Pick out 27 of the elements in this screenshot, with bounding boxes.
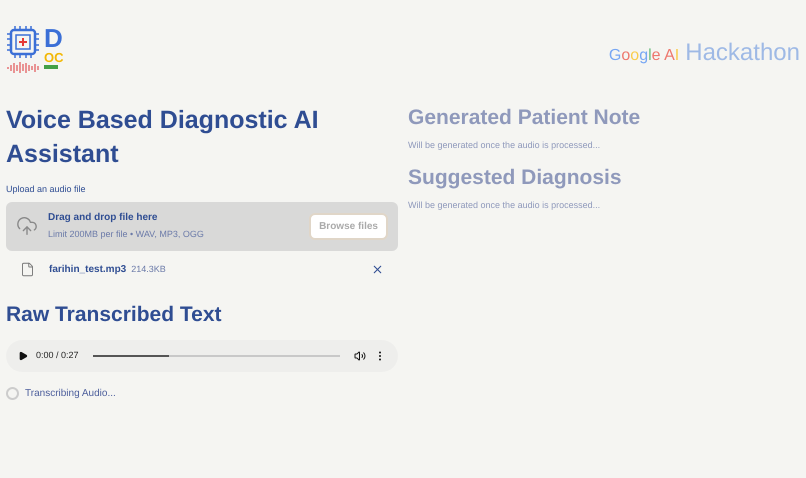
play-icon <box>18 351 28 361</box>
upload-label: Upload an audio file <box>6 183 87 196</box>
spinner-icon <box>6 387 19 400</box>
dropzone-hint: Limit 200MB per file • WAV, MP3, OGG <box>48 228 204 242</box>
section-heading: Generated Patient Note <box>408 105 642 131</box>
file-name: farihin_test.mp3 <box>49 263 126 277</box>
section-heading: Suggested Diagnosis <box>408 164 623 190</box>
event-text: Hackathon <box>685 38 800 68</box>
status-text: Transcribing Audio... <box>25 387 116 401</box>
placeholder-text: Will be generated once the audio is processed... <box>408 139 602 152</box>
section-heading: Raw Transcribed Text <box>6 302 223 328</box>
file-size: 214.3KB <box>131 262 166 276</box>
audio-player[interactable]: 0:00 / 0:27 <box>6 340 398 372</box>
dropzone-title: Drag and drop file here <box>48 211 158 226</box>
dropzone[interactable]: Drag and drop file here Limit 200MB per file • WAV, MP3, OGG Browse files <box>6 202 398 250</box>
audio-time: 0:00 / 0:27 <box>36 349 79 362</box>
upload-cloud-icon <box>16 215 38 237</box>
logo-letter: D <box>44 25 64 51</box>
placeholder-text: Will be generated once the audio is processed... <box>408 198 602 212</box>
logo-letters: OC <box>44 51 64 64</box>
volume-icon <box>354 350 366 362</box>
remove-file-button[interactable] <box>371 263 384 276</box>
chip-waveform-icon <box>6 25 42 73</box>
file-icon <box>20 262 35 277</box>
brand-text: Google AI <box>608 46 680 66</box>
logo-bar <box>44 65 58 69</box>
page-title: Voice Based Diagnostic AI Assistant <box>6 105 320 170</box>
